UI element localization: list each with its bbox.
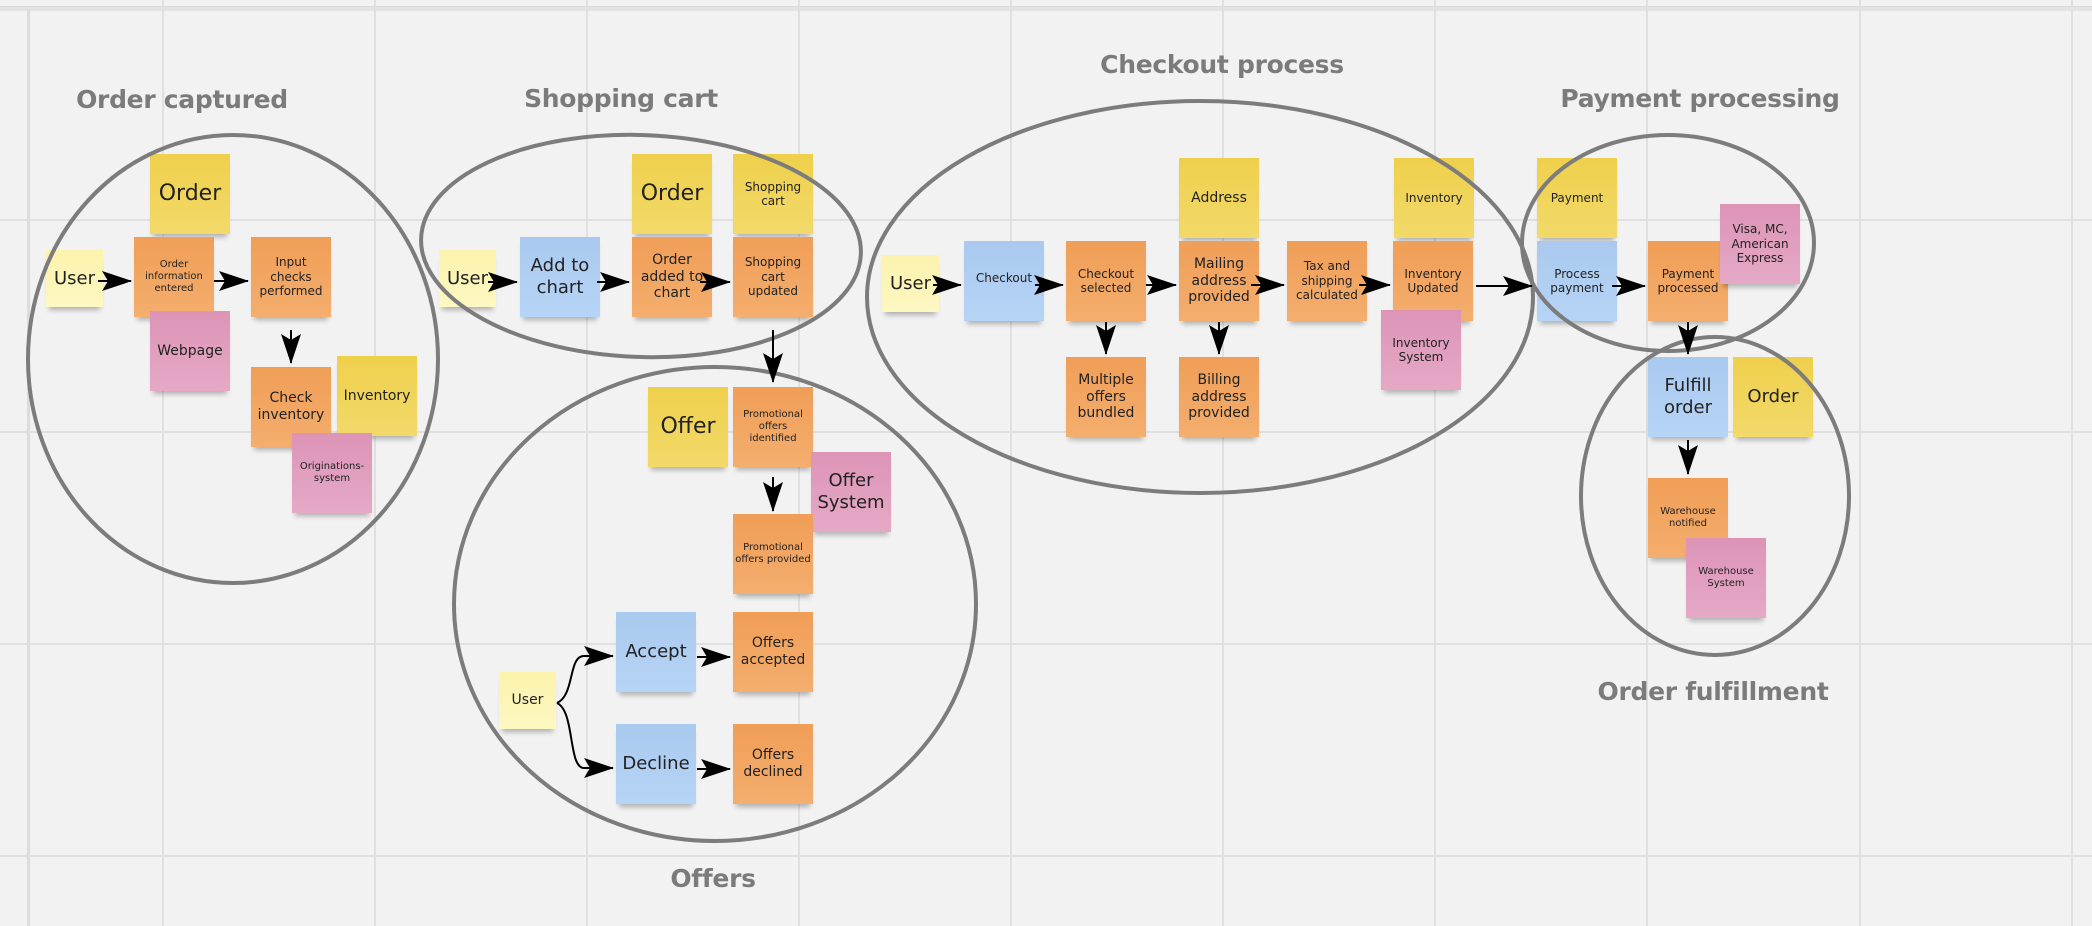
group-ellipse-shopping-cart[interactable]: [417, 127, 864, 364]
connector-arrow[interactable]: [556, 702, 614, 778]
connector-arrow[interactable]: [556, 646, 614, 704]
group-ellipse-payment-processing[interactable]: [1520, 133, 1816, 353]
group-ellipse-order-fulfillment[interactable]: [1579, 335, 1851, 657]
group-ellipse-order-captured[interactable]: [26, 133, 440, 585]
whiteboard-canvas[interactable]: Order captured Shopping cart Checkout pr…: [0, 0, 2092, 926]
group-ellipse-checkout-process[interactable]: [865, 99, 1535, 495]
